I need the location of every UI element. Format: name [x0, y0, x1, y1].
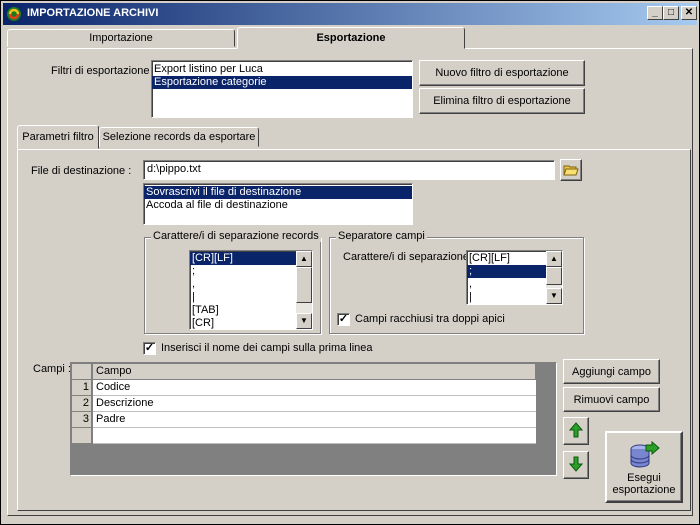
header-names-checkbox[interactable]: ✓ — [143, 342, 156, 355]
field-sep-item[interactable]: [CR][LF] — [467, 252, 546, 265]
fields-grid[interactable]: Campo 1 Codice 2 Descrizione 3 Padre — [70, 362, 557, 476]
row-number: 3 — [72, 412, 92, 428]
field-sep-scrollbar[interactable]: ▲ ▼ — [546, 251, 562, 304]
filter-item[interactable]: Esportazione categorie — [152, 76, 412, 89]
maximize-button[interactable]: □ — [663, 6, 679, 20]
scroll-thumb[interactable] — [296, 267, 312, 303]
move-down-button[interactable] — [563, 451, 589, 479]
record-sep-item[interactable]: ; — [190, 265, 312, 278]
fields-label: Campi : — [33, 363, 71, 375]
new-filter-button[interactable]: Nuovo filtro di esportazione — [419, 60, 585, 86]
row-number: 1 — [72, 380, 92, 396]
tab-esportazione[interactable]: Esportazione — [237, 27, 465, 49]
filter-item[interactable]: Export listino per Luca — [152, 63, 412, 76]
record-sep-item[interactable]: , — [190, 278, 312, 291]
record-sep-item[interactable]: | — [190, 291, 312, 304]
arrow-down-icon — [568, 456, 584, 472]
filters-label: Filtri di esportazione : — [51, 65, 156, 77]
minimize-button[interactable]: _ — [647, 6, 663, 20]
execute-label-line1: Esegui — [627, 472, 661, 484]
scroll-up-icon[interactable]: ▲ — [546, 251, 562, 267]
app-logo-icon — [7, 7, 21, 21]
delete-filter-button[interactable]: Elimina filtro di esportazione — [419, 88, 585, 114]
record-separator-title: Carattere/i di separazione records — [151, 230, 321, 242]
tab-importazione[interactable]: Importazione — [7, 29, 235, 47]
write-mode-list[interactable]: Sovrascrivi il file di destinazione Acco… — [143, 183, 413, 225]
record-sep-item[interactable]: [CR] — [190, 317, 312, 329]
close-button[interactable]: ✕ — [681, 6, 697, 20]
record-sep-scrollbar[interactable]: ▲ ▼ — [296, 251, 312, 329]
destination-file-input[interactable]: d:\pippo.txt — [143, 160, 555, 180]
field-cell[interactable]: Codice — [93, 380, 536, 396]
field-cell[interactable]: Padre — [93, 412, 536, 428]
quotes-checkbox[interactable]: ✓ — [337, 313, 350, 326]
row-number: 2 — [72, 396, 92, 412]
move-up-button[interactable] — [563, 417, 589, 445]
grid-corner — [72, 364, 92, 380]
main-window: IMPORTAZIONE ARCHIVI _ □ ✕ Importazione … — [0, 0, 700, 525]
scroll-up-icon[interactable]: ▲ — [296, 251, 312, 267]
execute-export-button[interactable]: Esegui esportazione — [605, 431, 683, 503]
field-separator-title: Separatore campi — [336, 230, 427, 242]
row-number — [72, 428, 92, 444]
destination-label: File di destinazione : — [31, 165, 132, 177]
database-export-icon — [630, 441, 660, 468]
record-separator-list[interactable]: [CR][LF] ; , | [TAB] [CR] ▲ ▼ — [189, 250, 313, 330]
execute-label-line2: esportazione — [612, 484, 676, 496]
record-sep-item[interactable]: [TAB] — [190, 304, 312, 317]
folder-open-icon — [563, 165, 579, 175]
field-cell[interactable]: Descrizione — [93, 396, 536, 412]
scroll-thumb[interactable] — [546, 267, 562, 285]
add-field-button[interactable]: Aggiungi campo — [563, 359, 660, 384]
scroll-down-icon[interactable]: ▼ — [546, 288, 562, 304]
tab-parametri-filtro[interactable]: Parametri filtro — [17, 125, 99, 149]
column-header-campo[interactable]: Campo — [93, 364, 536, 380]
filters-list[interactable]: Export listino per Luca Esportazione cat… — [151, 60, 413, 118]
field-separator-label: Carattere/i di separazione — [343, 251, 469, 263]
window-title: IMPORTAZIONE ARCHIVI — [27, 7, 159, 19]
browse-button[interactable] — [560, 159, 582, 181]
write-mode-append[interactable]: Accoda al file di destinazione — [144, 199, 412, 212]
write-mode-overwrite[interactable]: Sovrascrivi il file di destinazione — [144, 186, 412, 199]
arrow-up-icon — [568, 421, 584, 437]
scroll-down-icon[interactable]: ▼ — [296, 313, 312, 329]
header-names-checkbox-label[interactable]: Inserisci il nome dei campi sulla prima … — [161, 342, 373, 354]
field-sep-item[interactable]: ; — [467, 265, 546, 278]
record-sep-item[interactable]: [CR][LF] — [190, 252, 296, 265]
tab-selezione-records[interactable]: Selezione records da esportare — [99, 127, 259, 147]
field-separator-list[interactable]: [CR][LF] ; , | ▲ ▼ — [466, 250, 563, 305]
quotes-checkbox-label[interactable]: Campi racchiusi tra doppi apici — [355, 313, 505, 325]
field-cell[interactable] — [93, 428, 536, 444]
title-bar[interactable]: IMPORTAZIONE ARCHIVI _ □ ✕ — [3, 3, 697, 25]
remove-field-button[interactable]: Rimuovi campo — [563, 387, 660, 412]
